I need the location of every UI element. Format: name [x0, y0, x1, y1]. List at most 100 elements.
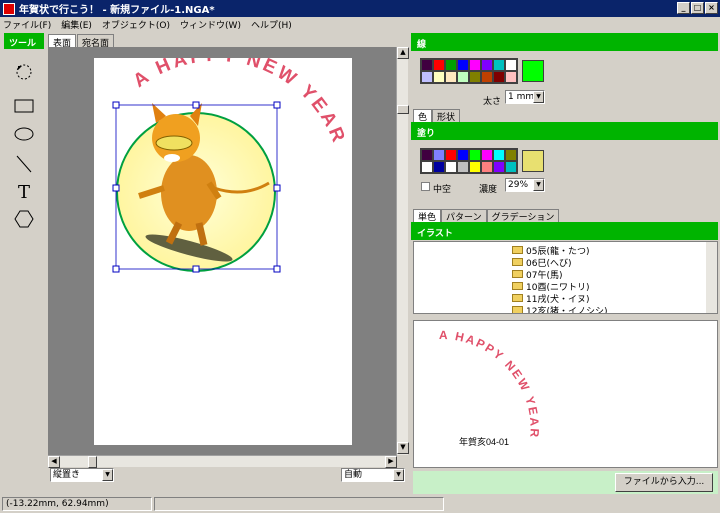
list-item[interactable]: 05辰(龍・たつ) [512, 244, 589, 257]
chevron-down-icon[interactable]: ▼ [393, 469, 404, 481]
fill-panel-header: 塗り [411, 122, 718, 140]
fill-color-swatch-2[interactable] [445, 149, 457, 161]
fill-color-swatch-5[interactable] [481, 149, 493, 161]
fill-color-swatch-4[interactable] [469, 149, 481, 161]
tab-solid[interactable]: 単色 [413, 209, 442, 223]
canvas-vertical-scrollbar[interactable]: ▲ ▼ [396, 47, 409, 455]
maximize-button[interactable]: □ [691, 2, 704, 14]
line-color-swatch-9[interactable] [433, 71, 445, 83]
line-color-swatch-7[interactable] [505, 59, 517, 71]
text-tool-icon[interactable]: T [12, 180, 36, 204]
tab-gradient[interactable]: グラデーション [486, 209, 560, 223]
line-width-select[interactable]: 1 mm ▼ [505, 90, 545, 104]
line-color-swatch-2[interactable] [445, 59, 457, 71]
rectangle-tool-icon[interactable] [12, 94, 36, 118]
list-item[interactable]: 12亥(猪・イノシシ) [512, 304, 607, 313]
tab-line-shape[interactable]: 形状 [432, 109, 461, 123]
line-panel-tabs: 色 形状 [413, 109, 461, 123]
fill-color-palette [420, 148, 518, 174]
menu-window[interactable]: ウィンドウ(W) [180, 18, 241, 31]
list-item[interactable]: 10酉(ニワトリ) [512, 280, 589, 293]
fill-color-swatch-11[interactable] [457, 161, 469, 173]
menu-file[interactable]: ファイル(F) [3, 18, 51, 31]
fill-color-swatch-1[interactable] [433, 149, 445, 161]
scroll-up-button[interactable]: ▲ [397, 47, 409, 59]
list-item[interactable]: 07午(馬) [512, 268, 562, 281]
line-color-swatch-0[interactable] [421, 59, 433, 71]
fill-color-swatch-9[interactable] [433, 161, 445, 173]
cursor-coordinates: (-13.22mm, 62.94mm) [2, 497, 152, 511]
close-button[interactable]: × [705, 2, 718, 14]
orientation-select[interactable]: 縦置き ▼ [50, 468, 114, 482]
scroll-right-button[interactable]: ▶ [385, 456, 397, 468]
tab-pattern[interactable]: パターン [441, 209, 487, 223]
canvas-horizontal-scrollbar[interactable]: ◀ ▶ [48, 455, 397, 468]
line-color-swatch-8[interactable] [421, 71, 433, 83]
line-color-swatch-3[interactable] [457, 59, 469, 71]
fill-color-swatch-15[interactable] [505, 161, 517, 173]
line-color-swatch-13[interactable] [481, 71, 493, 83]
line-panel-header: 線 [411, 33, 718, 51]
fill-color-swatch-13[interactable] [481, 161, 493, 173]
fill-color-swatch-10[interactable] [445, 161, 457, 173]
list-item[interactable]: 06巳(へび) [512, 256, 571, 269]
line-color-swatch-14[interactable] [493, 71, 505, 83]
hscroll-thumb[interactable] [88, 456, 97, 468]
zoom-select[interactable]: 自動 ▼ [341, 468, 405, 482]
tree-scrollbar[interactable] [706, 242, 717, 313]
fill-color-swatch-3[interactable] [457, 149, 469, 161]
line-color-swatch-11[interactable] [457, 71, 469, 83]
fill-color-swatch-0[interactable] [421, 149, 433, 161]
ellipse-tool-icon[interactable] [12, 122, 36, 146]
postcard-paper[interactable]: A HAPPY NEW YEAR [94, 45, 352, 445]
illust-panel-header: イラスト [411, 222, 718, 240]
line-width-label: 太さ [483, 97, 502, 107]
line-color-swatch-5[interactable] [481, 59, 493, 71]
line-color-swatch-10[interactable] [445, 71, 457, 83]
scroll-down-button[interactable]: ▼ [397, 442, 409, 454]
menu-help[interactable]: ヘルプ(H) [251, 18, 292, 31]
tab-address[interactable]: 宛名面 [77, 34, 115, 49]
line-color-swatch-6[interactable] [493, 59, 505, 71]
line-color-swatch-4[interactable] [469, 59, 481, 71]
menu-edit[interactable]: 編集(E) [61, 18, 92, 31]
minimize-button[interactable]: _ [677, 2, 690, 14]
lasso-icon[interactable] [12, 60, 36, 84]
chevron-down-icon[interactable]: ▼ [102, 469, 113, 481]
app-icon [3, 2, 15, 15]
line-width-value: 1 mm [508, 92, 535, 102]
window-title: 年賀状で行こう！ - 新規ファイル-1.NGA* [19, 5, 215, 16]
tab-front[interactable]: 表面 [48, 34, 77, 49]
density-value: 29% [508, 180, 529, 190]
fill-color-swatch-14[interactable] [493, 161, 505, 173]
hollow-checkbox[interactable] [421, 182, 430, 191]
list-item[interactable]: 11戌(犬・イヌ) [512, 292, 589, 305]
document-tabs: 表面 宛名面 [48, 34, 115, 49]
title-bar: 年賀状で行こう！ - 新規ファイル-1.NGA* _ □ × [0, 0, 720, 17]
tab-line-color[interactable]: 色 [413, 109, 433, 123]
line-color-swatch-1[interactable] [433, 59, 445, 71]
chevron-down-icon[interactable]: ▼ [533, 179, 544, 191]
hollow-label: 中空 [433, 185, 452, 195]
chevron-down-icon[interactable]: ▼ [533, 91, 544, 103]
folder-icon [512, 258, 523, 266]
fill-color-swatch-6[interactable] [493, 149, 505, 161]
fill-current-color [522, 150, 544, 172]
fill-color-swatch-7[interactable] [505, 149, 517, 161]
line-color-swatch-12[interactable] [469, 71, 481, 83]
import-file-button[interactable]: ファイルから入力... [615, 473, 713, 492]
line-tool-icon[interactable] [12, 152, 36, 176]
polygon-tool-icon[interactable] [12, 207, 36, 231]
folder-icon [512, 270, 523, 278]
scroll-left-button[interactable]: ◀ [48, 456, 60, 468]
illust-bottom-bar: ファイルから入力... [413, 471, 718, 494]
fill-color-swatch-8[interactable] [421, 161, 433, 173]
menu-object[interactable]: オブジェクト(O) [102, 18, 170, 31]
line-current-color [522, 60, 544, 82]
canvas-artwork: A HAPPY NEW YEAR [112, 45, 347, 273]
line-color-swatch-15[interactable] [505, 71, 517, 83]
status-empty-pane [154, 497, 444, 511]
scroll-thumb[interactable] [397, 105, 409, 114]
density-select[interactable]: 29% ▼ [505, 178, 545, 192]
fill-color-swatch-12[interactable] [469, 161, 481, 173]
